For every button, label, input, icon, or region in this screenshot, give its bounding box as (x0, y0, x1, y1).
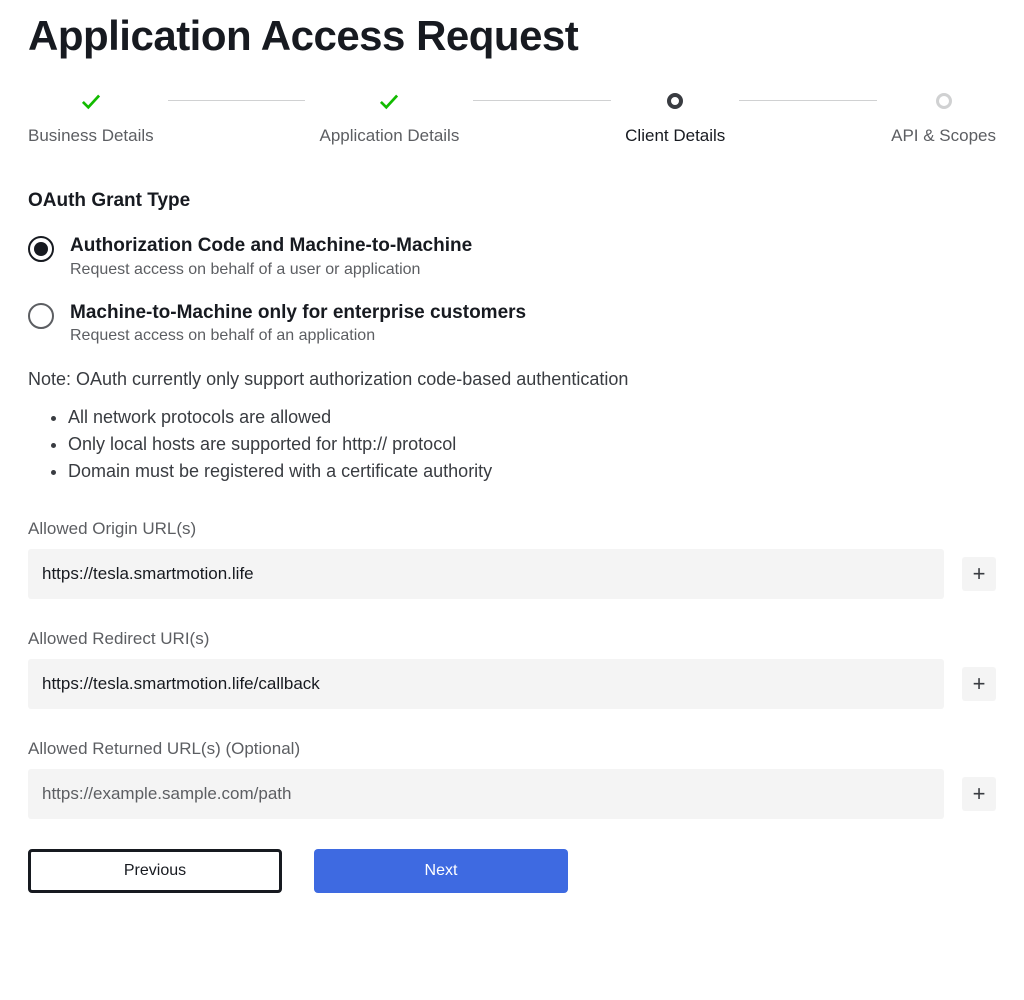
plus-icon: + (973, 673, 986, 695)
radio-label: Machine-to-Machine only for enterprise c… (70, 301, 526, 326)
add-returned-button[interactable]: + (962, 777, 996, 811)
radio-indicator (28, 236, 54, 262)
field-label: Allowed Redirect URI(s) (28, 629, 996, 649)
step-connector (168, 100, 306, 101)
radio-indicator (28, 303, 54, 329)
allowed-redirect-input[interactable] (28, 659, 944, 709)
field-allowed-redirect: Allowed Redirect URI(s) + (28, 629, 996, 709)
grant-type-heading: OAuth Grant Type (28, 190, 996, 212)
field-allowed-returned: Allowed Returned URL(s) (Optional) + (28, 739, 996, 819)
future-step-icon (933, 90, 955, 112)
plus-icon: + (973, 563, 986, 585)
field-allowed-origin: Allowed Origin URL(s) + (28, 519, 996, 599)
radio-option-m2m-only[interactable]: Machine-to-Machine only for enterprise c… (28, 301, 996, 346)
note-item: Domain must be registered with a certifi… (68, 458, 996, 485)
plus-icon: + (973, 783, 986, 805)
radio-option-auth-code-m2m[interactable]: Authorization Code and Machine-to-Machin… (28, 234, 996, 279)
allowed-origin-input[interactable] (28, 549, 944, 599)
current-step-icon (664, 90, 686, 112)
step-connector (473, 100, 611, 101)
step-label: Application Details (319, 126, 459, 146)
next-button[interactable]: Next (314, 849, 568, 893)
grant-type-radio-group: Authorization Code and Machine-to-Machin… (28, 234, 996, 345)
add-redirect-button[interactable]: + (962, 667, 996, 701)
step-business-details[interactable]: Business Details (28, 90, 154, 146)
radio-label: Authorization Code and Machine-to-Machin… (70, 234, 472, 259)
wizard-footer: Previous Next (28, 849, 996, 893)
note-item: All network protocols are allowed (68, 404, 996, 431)
allowed-returned-input[interactable] (28, 769, 944, 819)
oauth-note: Note: OAuth currently only support autho… (28, 369, 996, 390)
previous-button[interactable]: Previous (28, 849, 282, 893)
step-application-details[interactable]: Application Details (319, 90, 459, 146)
field-label: Allowed Returned URL(s) (Optional) (28, 739, 996, 759)
step-connector (739, 100, 877, 101)
page-title: Application Access Request (28, 0, 996, 90)
step-label: Business Details (28, 126, 154, 146)
check-icon (80, 90, 102, 112)
radio-description: Request access on behalf of a user or ap… (70, 261, 472, 279)
oauth-note-list: All network protocols are allowed Only l… (28, 404, 996, 485)
step-api-scopes[interactable]: API & Scopes (891, 90, 996, 146)
step-client-details[interactable]: Client Details (625, 90, 725, 146)
add-origin-button[interactable]: + (962, 557, 996, 591)
step-label: API & Scopes (891, 126, 996, 146)
note-item: Only local hosts are supported for http:… (68, 431, 996, 458)
stepper: Business Details Application Details Cli… (28, 90, 996, 146)
radio-description: Request access on behalf of an applicati… (70, 327, 526, 345)
field-label: Allowed Origin URL(s) (28, 519, 996, 539)
step-label: Client Details (625, 126, 725, 146)
check-icon (378, 90, 400, 112)
